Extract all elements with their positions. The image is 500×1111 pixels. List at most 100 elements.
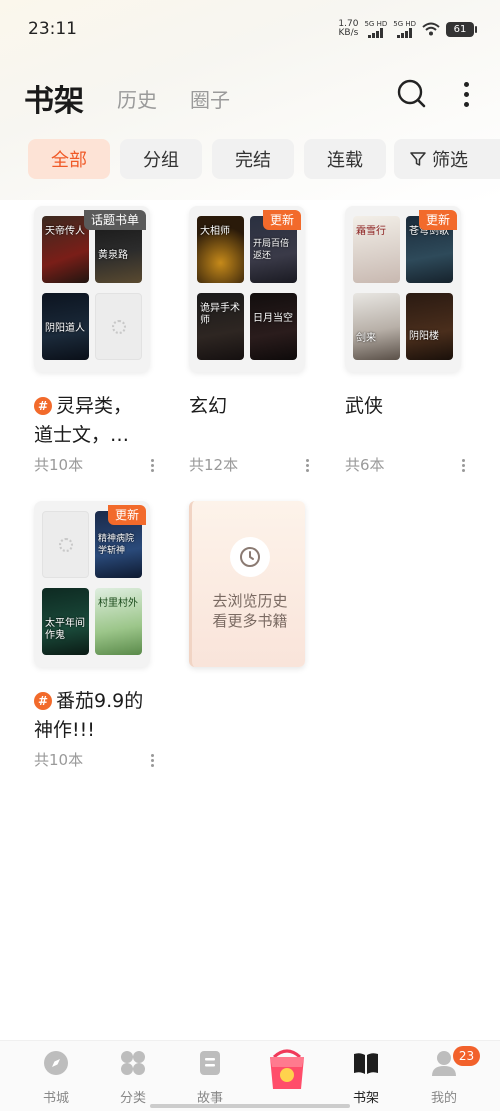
book-cover-title: 黄泉路 <box>98 250 128 261</box>
grid-icon <box>121 1051 145 1075</box>
book-cover-title: 天帝传人 <box>45 226 85 237</box>
home-indicator[interactable] <box>150 1104 350 1108</box>
loading-spinner-icon <box>112 320 126 334</box>
shelf-group-card[interactable]: 霜雪行 苍穹剑歌 剑来 阴阳楼 更新 武侠 共6本 <box>345 206 465 474</box>
status-time: 23:11 <box>28 19 77 39</box>
top-header: 书架 历史 圈子 <box>0 70 500 130</box>
book-cover-title: 大相师 <box>200 226 230 237</box>
browse-history-card[interactable]: 去浏览历史 看更多书籍 <box>189 501 305 667</box>
book-cover: 剑来 <box>353 293 400 360</box>
compass-icon <box>44 1051 68 1075</box>
nav-label: 我的 <box>430 1091 457 1106</box>
tab-circle[interactable]: 圈子 <box>190 84 230 113</box>
nav-item-category[interactable]: 分类 <box>103 1049 163 1106</box>
book-cover-title: 精神病院学斩神 <box>98 534 135 556</box>
group-title-line1: 灵异类， <box>56 395 133 417</box>
hashtag-icon: # <box>34 397 52 415</box>
shelf-group-card[interactable]: 精神病院学斩神 太平年间作鬼 村里村外 更新 # 番茄9.9的 神作!!! 共10本 <box>34 501 154 769</box>
more-dot <box>463 91 469 97</box>
filter-chip-all[interactable]: 全部 <box>28 139 110 179</box>
group-cover-grid: 大相师 开局百倍返还 诡异手术师 日月当空 更新 <box>189 206 305 372</box>
tab-history[interactable]: 历史 <box>117 84 157 113</box>
book-icon <box>354 1053 378 1074</box>
group-title-line1: 番茄9.9的 <box>56 690 144 712</box>
group-menu-button[interactable] <box>148 457 156 473</box>
gift-bag-icon <box>270 1049 304 1089</box>
wifi-icon <box>422 22 440 36</box>
network-speed: 1.70 KB/s <box>338 20 358 38</box>
book-cover-title: 日月当空 <box>253 313 293 324</box>
book-cover-title: 阴阳道人 <box>45 323 85 334</box>
group-count: 共6本 <box>345 456 385 474</box>
filter-chip-group[interactable]: 分组 <box>120 139 202 179</box>
status-icons: 1.70 KB/s 5G HD 5G HD 61 <box>338 20 477 38</box>
battery-icon: 61 <box>446 21 477 37</box>
filter-chip-finished[interactable]: 完结 <box>212 139 294 179</box>
book-cover-title: 剑来 <box>356 333 376 344</box>
group-menu-button[interactable] <box>148 752 156 768</box>
update-badge: 更新 <box>262 210 301 230</box>
book-cover-title: 霜雪行 <box>356 226 386 237</box>
group-count: 共10本 <box>34 456 84 474</box>
group-title: 玄幻 <box>189 395 228 417</box>
shelf-group-card[interactable]: 天帝传人 黄泉路 阴阳道人 话题书单 # 灵异类， 道士文，… 共10本 <box>34 206 154 474</box>
book-cover-title: 开局百倍返还 <box>253 239 290 261</box>
loading-spinner-icon <box>59 538 73 552</box>
network-speed-unit: KB/s <box>338 28 359 38</box>
book-cover: 太平年间作鬼 <box>42 588 89 655</box>
filter-label: 筛选 <box>432 150 468 171</box>
update-badge: 更新 <box>418 210 457 230</box>
search-button[interactable] <box>396 78 428 110</box>
group-count: 共12本 <box>189 456 239 474</box>
tab-bookshelf[interactable]: 书架 <box>24 76 84 120</box>
signal-5g-icon: 5G HD <box>393 20 416 38</box>
book-cover: 日月当空 <box>250 293 297 360</box>
book-cover-placeholder <box>42 511 89 578</box>
group-title: # 番茄9.9的 神作!!! <box>34 687 174 745</box>
nav-item-bookstore[interactable]: 书城 <box>26 1049 86 1106</box>
book-cover-title: 村里村外 <box>98 598 138 609</box>
book-cover: 村里村外 <box>95 588 142 655</box>
clock-icon <box>230 537 270 577</box>
more-dot <box>463 101 469 107</box>
topic-list-badge: 话题书单 <box>83 210 146 230</box>
more-dot <box>463 81 469 87</box>
group-cover-grid: 天帝传人 黄泉路 阴阳道人 话题书单 <box>34 206 150 372</box>
document-icon <box>200 1051 220 1075</box>
group-title-line2: 道士文，… <box>34 424 130 446</box>
book-cover-title: 诡异手术师 <box>200 303 240 326</box>
signal-label: 5G HD <box>364 20 388 28</box>
book-cover: 诡异手术师 <box>197 293 244 360</box>
book-cover-placeholder <box>95 293 142 360</box>
history-card-line2: 看更多书籍 <box>212 612 288 630</box>
group-menu-button[interactable] <box>303 457 311 473</box>
book-cover: 大相师 <box>197 216 244 283</box>
nav-item-bookshelf[interactable]: 书架 <box>336 1049 396 1106</box>
signal-5g-icon: 5G HD <box>364 20 387 38</box>
nav-item-gift[interactable] <box>257 1043 317 1093</box>
group-cover-grid: 精神病院学斩神 太平年间作鬼 村里村外 更新 <box>34 501 150 667</box>
book-cover-title: 阴阳楼 <box>409 331 439 342</box>
history-card-line1: 去浏览历史 <box>212 592 288 610</box>
group-title: 武侠 <box>345 395 384 417</box>
filter-chip-serial[interactable]: 连载 <box>304 139 386 179</box>
search-icon <box>397 79 426 108</box>
bottom-navigation: 书城 分类 故事 书架 我的 <box>0 1040 500 1111</box>
status-bar: 23:11 1.70 KB/s 5G HD 5G HD 61 <box>0 0 500 60</box>
book-cover: 天帝传人 <box>42 216 89 283</box>
nav-item-stories[interactable]: 故事 <box>180 1049 240 1106</box>
more-options-button[interactable] <box>452 78 480 110</box>
signal-label: 5G HD <box>393 20 416 28</box>
book-cover: 霜雪行 <box>353 216 400 283</box>
funnel-icon <box>410 152 426 166</box>
group-cover-grid: 霜雪行 苍穹剑歌 剑来 阴阳楼 更新 <box>345 206 461 372</box>
filter-button[interactable]: 筛选 <box>394 139 500 179</box>
group-count: 共10本 <box>34 751 84 769</box>
shelf-group-card[interactable]: 大相师 开局百倍返还 诡异手术师 日月当空 更新 玄幻 共12本 <box>189 206 309 474</box>
group-menu-button[interactable] <box>459 457 467 473</box>
nav-label: 书城 <box>42 1091 69 1106</box>
group-title: # 灵异类， 道士文，… <box>34 392 174 450</box>
book-cover: 阴阳楼 <box>406 293 453 360</box>
hashtag-icon: # <box>34 692 52 710</box>
book-cover-title: 太平年间作鬼 <box>45 618 85 641</box>
